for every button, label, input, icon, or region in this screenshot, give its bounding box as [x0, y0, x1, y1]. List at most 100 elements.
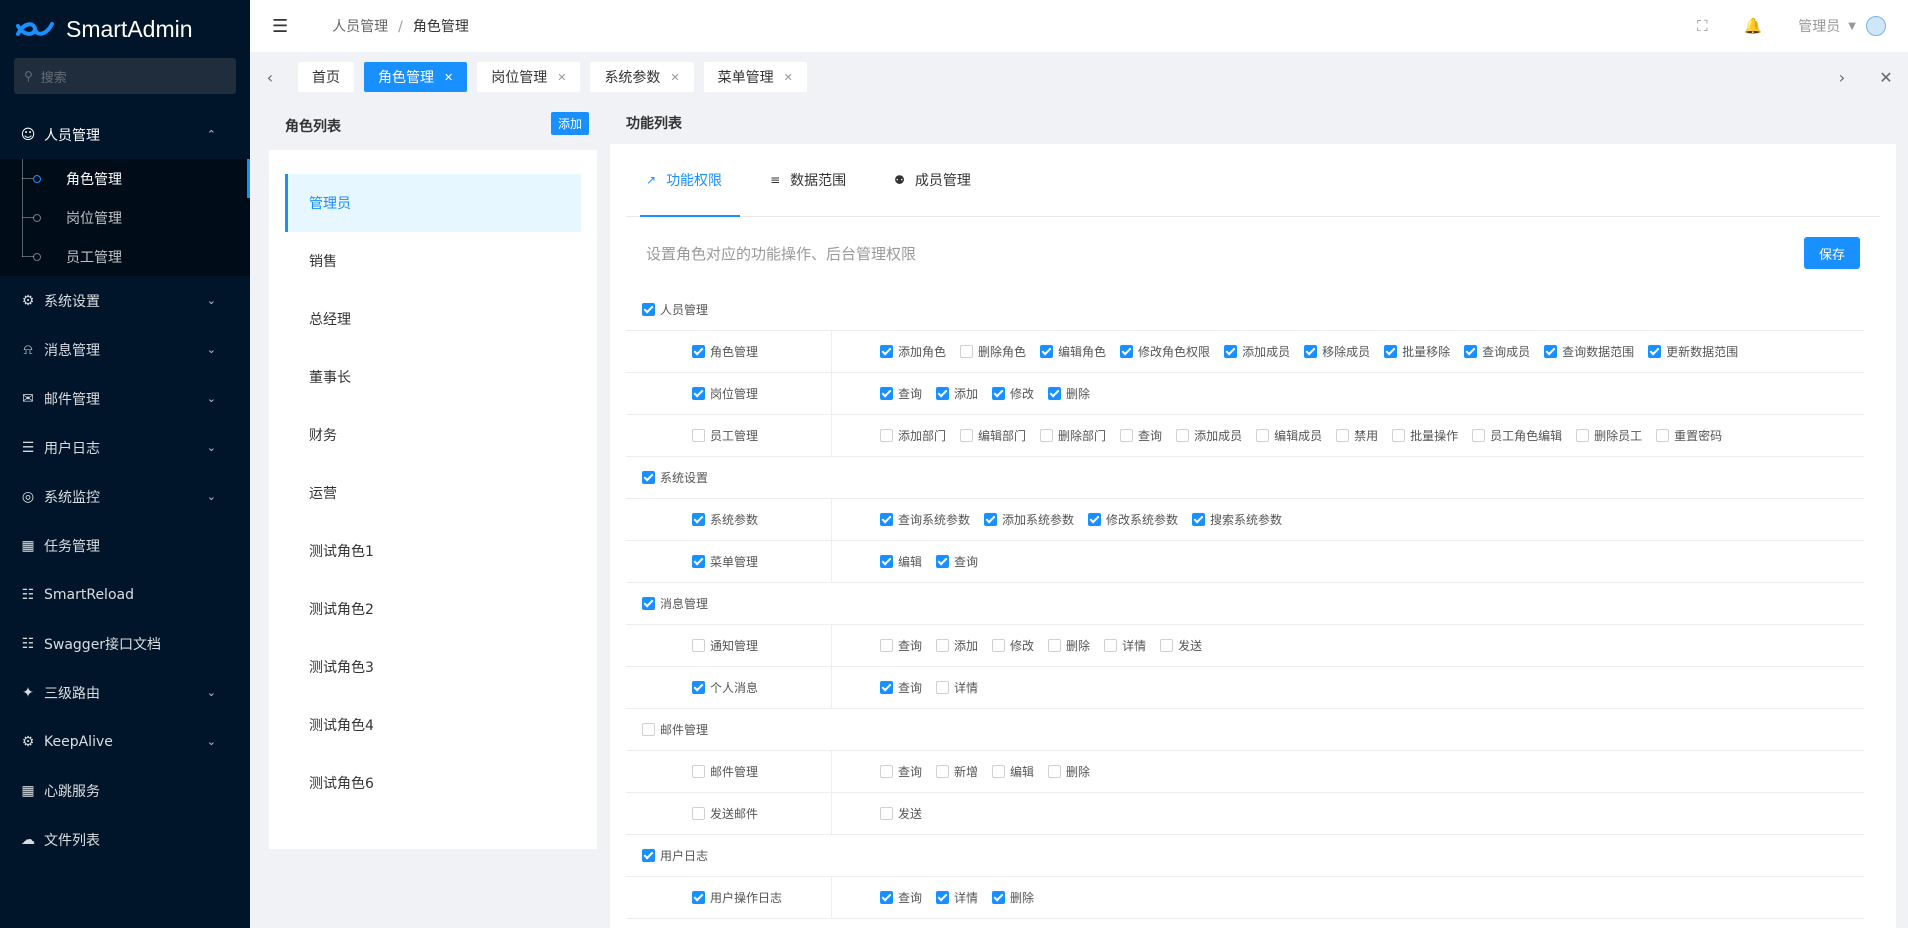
fullscreen-icon[interactable]: ⛶ — [1697, 17, 1708, 35]
menu-fold-icon[interactable]: ☰ — [272, 16, 288, 37]
action-checkbox[interactable]: 批量操作 — [1392, 427, 1458, 444]
tab-2[interactable]: 岗位管理 ✕ — [477, 62, 581, 92]
role-item[interactable]: 测试角色1 — [285, 522, 581, 580]
sidebar-item[interactable]: ☰ 用户日志 ⌄ — [0, 423, 250, 472]
sidebar-item[interactable]: ⚙ 系统设置 ⌄ — [0, 276, 250, 325]
role-item[interactable]: 运营 — [285, 464, 581, 522]
checkbox[interactable] — [936, 555, 950, 568]
action-checkbox[interactable]: 编辑成员 — [1256, 427, 1322, 444]
checkbox[interactable] — [642, 471, 655, 484]
checkbox[interactable] — [880, 765, 893, 778]
sidebar-item[interactable]: ⚙ KeepAlive ⌄ — [0, 717, 250, 766]
action-checkbox[interactable]: 查询 — [880, 637, 922, 654]
checkbox[interactable] — [642, 723, 655, 736]
action-checkbox[interactable]: 员工角色编辑 — [1472, 427, 1562, 444]
action-checkbox[interactable]: 查询 — [880, 385, 922, 402]
save-button[interactable]: 保存 — [1804, 237, 1860, 269]
action-checkbox[interactable]: 详情 — [936, 889, 978, 906]
action-checkbox[interactable]: 查询数据范围 — [1544, 343, 1634, 360]
function-tab[interactable]: ≡ 数据范围 — [764, 143, 864, 216]
sidebar-item[interactable]: ◎ 系统监控 ⌄ — [0, 472, 250, 521]
action-checkbox[interactable]: 删除 — [992, 889, 1034, 906]
action-checkbox[interactable]: 搜索系统参数 — [1192, 511, 1282, 528]
checkbox[interactable] — [936, 387, 950, 400]
action-checkbox[interactable]: 删除 — [1048, 637, 1090, 654]
checkbox[interactable] — [1656, 429, 1670, 442]
checkbox[interactable] — [1224, 345, 1238, 358]
checkbox[interactable] — [960, 429, 974, 442]
sidebar-item[interactable]: ☁ 文件列表 — [0, 815, 250, 864]
checkbox[interactable] — [1120, 429, 1134, 442]
tab-0[interactable]: 首页 — [298, 62, 354, 92]
action-checkbox[interactable]: 查询 — [880, 889, 922, 906]
checkbox[interactable] — [1336, 429, 1350, 442]
role-item[interactable]: 测试角色2 — [285, 580, 581, 638]
module-checkbox[interactable]: 邮件管理 — [692, 763, 758, 780]
checkbox[interactable] — [1160, 639, 1174, 652]
checkbox[interactable] — [692, 807, 705, 820]
checkbox[interactable] — [984, 513, 998, 526]
action-checkbox[interactable]: 添加 — [936, 385, 978, 402]
role-item[interactable]: 总经理 — [285, 290, 581, 348]
sidebar-item[interactable]: ☺ 人员管理 ⌃ — [0, 110, 250, 159]
action-checkbox[interactable]: 移除成员 — [1304, 343, 1370, 360]
action-checkbox[interactable]: 重置密码 — [1656, 427, 1722, 444]
action-checkbox[interactable]: 修改系统参数 — [1088, 511, 1178, 528]
checkbox[interactable] — [880, 345, 893, 358]
close-all-icon[interactable]: ✕ — [1864, 68, 1908, 87]
group-checkbox[interactable]: 用户日志 — [642, 847, 708, 864]
tab-4[interactable]: 菜单管理 ✕ — [703, 62, 807, 92]
module-checkbox[interactable]: 个人消息 — [692, 679, 758, 696]
tab-1[interactable]: 角色管理 ✕ — [364, 62, 468, 92]
close-icon[interactable]: ✕ — [784, 71, 793, 84]
action-checkbox[interactable]: 查询 — [880, 763, 922, 780]
function-tab[interactable]: ↗ 功能权限 — [640, 143, 741, 217]
sidebar-item[interactable]: ▦ 心跳服务 — [0, 766, 250, 815]
role-item[interactable]: 测试角色4 — [285, 696, 581, 754]
action-checkbox[interactable]: 发送 — [880, 805, 922, 822]
checkbox[interactable] — [1576, 429, 1590, 442]
action-checkbox[interactable]: 添加 — [936, 637, 978, 654]
function-tab[interactable]: ⚉ 成员管理 — [888, 143, 989, 216]
checkbox[interactable] — [642, 597, 655, 610]
module-checkbox[interactable]: 通知管理 — [692, 637, 758, 654]
bell-icon[interactable]: 🔔 — [1744, 17, 1763, 35]
action-checkbox[interactable]: 编辑 — [992, 763, 1034, 780]
avatar[interactable] — [1866, 16, 1886, 36]
checkbox[interactable] — [992, 765, 1006, 778]
role-item[interactable]: 测试角色3 — [285, 638, 581, 696]
group-checkbox[interactable]: 邮件管理 — [642, 721, 708, 738]
action-checkbox[interactable]: 添加成员 — [1176, 427, 1242, 444]
action-checkbox[interactable]: 查询 — [1120, 427, 1162, 444]
checkbox[interactable] — [1648, 345, 1662, 358]
role-item[interactable]: 销售 — [285, 232, 581, 290]
action-checkbox[interactable]: 更新数据范围 — [1648, 343, 1738, 360]
checkbox[interactable] — [992, 387, 1006, 400]
action-checkbox[interactable]: 添加成员 — [1224, 343, 1290, 360]
close-icon[interactable]: ✕ — [557, 71, 566, 84]
role-item[interactable]: 测试角色6 — [285, 754, 581, 812]
action-checkbox[interactable]: 删除角色 — [960, 343, 1026, 360]
action-checkbox[interactable]: 删除部门 — [1040, 427, 1106, 444]
checkbox[interactable] — [1384, 345, 1398, 358]
action-checkbox[interactable]: 修改角色权限 — [1120, 343, 1210, 360]
checkbox[interactable] — [692, 513, 705, 526]
action-checkbox[interactable]: 删除员工 — [1576, 427, 1642, 444]
checkbox[interactable] — [1304, 345, 1318, 358]
checkbox[interactable] — [880, 387, 893, 400]
tab-next-icon[interactable]: › — [1820, 68, 1864, 87]
sidebar-item[interactable]: ⍾ 消息管理 ⌄ — [0, 325, 250, 374]
action-checkbox[interactable]: 修改 — [992, 385, 1034, 402]
checkbox[interactable] — [1256, 429, 1270, 442]
checkbox[interactable] — [692, 429, 705, 442]
action-checkbox[interactable]: 发送 — [1160, 637, 1202, 654]
sidebar-item[interactable]: ☷ Swagger接口文档 — [0, 619, 250, 668]
breadcrumb-item[interactable]: 人员管理 — [332, 19, 388, 35]
checkbox[interactable] — [1392, 429, 1406, 442]
module-checkbox[interactable]: 员工管理 — [692, 427, 758, 444]
checkbox[interactable] — [1104, 639, 1118, 652]
sidebar-item[interactable]: ▦ 任务管理 — [0, 521, 250, 570]
action-checkbox[interactable]: 查询成员 — [1464, 343, 1530, 360]
sidebar-item[interactable]: ✦ 三级路由 ⌄ — [0, 668, 250, 717]
checkbox[interactable] — [1464, 345, 1478, 358]
